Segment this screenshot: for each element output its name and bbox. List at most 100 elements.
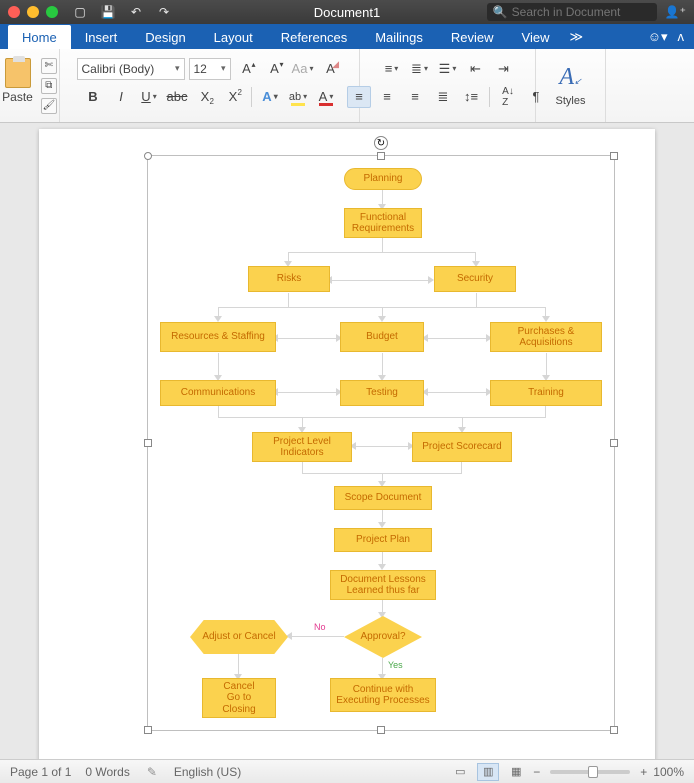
align-right-button[interactable]: ≡ bbox=[403, 86, 427, 108]
strikethrough-button[interactable]: abc bbox=[165, 86, 189, 108]
cut-icon[interactable]: ✄ bbox=[41, 58, 57, 74]
zoom-level[interactable]: 100% bbox=[653, 765, 684, 779]
flow-lessons: Document Lessons Learned thus far bbox=[330, 570, 436, 600]
flow-resources: Resources & Staffing bbox=[160, 322, 276, 352]
page-indicator[interactable]: Page 1 of 1 bbox=[10, 765, 71, 779]
line-spacing-button[interactable]: ↕≡ bbox=[459, 86, 483, 108]
show-marks-button[interactable]: ¶ bbox=[524, 86, 548, 108]
increase-indent-button[interactable]: ⇥ bbox=[492, 58, 516, 80]
caret-icon: ▾ bbox=[221, 63, 226, 74]
page[interactable]: ↻ bbox=[39, 129, 655, 759]
zoom-slider[interactable] bbox=[550, 770, 630, 774]
resize-handle-mr[interactable] bbox=[610, 439, 618, 447]
clear-formatting-button[interactable]: A◢ bbox=[319, 58, 343, 80]
decrease-indent-button[interactable]: ⇤ bbox=[464, 58, 488, 80]
flowchart-diagram: Planning Functional Requirements Risks S… bbox=[154, 162, 608, 724]
object-selection-frame[interactable]: ↻ bbox=[147, 155, 615, 731]
connector bbox=[218, 353, 219, 377]
separator bbox=[489, 87, 490, 107]
subscript-button[interactable]: X2 bbox=[193, 86, 217, 108]
font-color-button[interactable]: A▾ bbox=[314, 86, 338, 108]
connector bbox=[546, 353, 547, 377]
tab-layout[interactable]: Layout bbox=[200, 25, 267, 49]
spellcheck-icon[interactable]: ✎ bbox=[144, 764, 160, 780]
tab-mailings[interactable]: Mailings bbox=[361, 25, 437, 49]
flow-plan: Project Plan bbox=[334, 528, 432, 552]
numbering-button[interactable]: ≣▾ bbox=[408, 58, 432, 80]
resize-handle-ml[interactable] bbox=[144, 439, 152, 447]
superscript-button[interactable]: X2 bbox=[221, 86, 245, 108]
close-window-button[interactable] bbox=[8, 6, 20, 18]
grow-font-button[interactable]: A▴ bbox=[235, 58, 259, 80]
connector bbox=[276, 338, 338, 339]
resize-handle-bl[interactable] bbox=[144, 726, 152, 734]
paste-button[interactable]: Paste bbox=[2, 58, 33, 114]
font-name-value: Calibri (Body) bbox=[82, 62, 155, 76]
flow-planning: Planning bbox=[344, 168, 422, 190]
collapse-ribbon-icon[interactable]: ʌ bbox=[678, 29, 685, 44]
styles-icon: A↙ bbox=[559, 64, 581, 91]
tab-view[interactable]: View bbox=[508, 25, 564, 49]
resize-handle-tl[interactable] bbox=[144, 152, 152, 160]
search-input[interactable] bbox=[512, 5, 651, 19]
resize-handle-br[interactable] bbox=[610, 726, 618, 734]
word-count[interactable]: 0 Words bbox=[85, 765, 129, 779]
shrink-font-button[interactable]: A▾ bbox=[263, 58, 287, 80]
bullets-button[interactable]: ≡▾ bbox=[380, 58, 404, 80]
undo-icon[interactable]: ↶ bbox=[128, 4, 144, 20]
align-left-button[interactable]: ≡ bbox=[347, 86, 371, 108]
format-painter-icon[interactable]: 🖌 bbox=[41, 98, 57, 114]
flow-purchases: Purchases & Acquisitions bbox=[490, 322, 602, 352]
paragraph-group: ≡▾ ≣▾ ☰▾ ⇤ ⇥ ≡ ≡ ≡ ≣ ↕≡ A↓Z ¶ bbox=[360, 49, 536, 122]
autosave-icon[interactable]: ▢ bbox=[72, 4, 88, 20]
tab-more[interactable]: ≫ bbox=[563, 24, 589, 50]
ribbon-right: ☺▾ ʌ bbox=[648, 29, 694, 45]
zoom-slider-thumb[interactable] bbox=[588, 766, 598, 778]
connector bbox=[218, 406, 546, 418]
minimize-window-button[interactable] bbox=[27, 6, 39, 18]
search-box[interactable]: 🔍 bbox=[487, 3, 657, 21]
sort-button[interactable]: A↓Z bbox=[496, 86, 520, 108]
italic-button[interactable]: I bbox=[109, 86, 133, 108]
window-controls bbox=[8, 6, 58, 18]
share-button[interactable]: 👤⁺ bbox=[665, 5, 686, 19]
zoom-out-button[interactable]: − bbox=[533, 765, 540, 779]
paste-label: Paste bbox=[2, 90, 33, 104]
flow-adjust: Adjust or Cancel bbox=[190, 620, 288, 654]
rotate-handle[interactable]: ↻ bbox=[374, 136, 388, 150]
focus-view-button[interactable]: ▭ bbox=[449, 763, 471, 781]
font-group: Calibri (Body)▾ 12▾ A▴ A▾ Aa▾ A◢ B I U▾ … bbox=[60, 49, 360, 122]
flow-continue: Continue with Executing Processes bbox=[330, 678, 436, 712]
tab-references[interactable]: References bbox=[267, 25, 361, 49]
tab-home[interactable]: Home bbox=[8, 25, 71, 49]
resize-handle-tm[interactable] bbox=[377, 152, 385, 160]
print-layout-button[interactable]: ▥ bbox=[477, 763, 499, 781]
document-area[interactable]: ↻ bbox=[0, 123, 694, 759]
multilevel-button[interactable]: ☰▾ bbox=[436, 58, 460, 80]
flow-security: Security bbox=[434, 266, 516, 292]
tab-design[interactable]: Design bbox=[131, 25, 199, 49]
zoom-in-button[interactable]: + bbox=[640, 765, 647, 779]
align-center-button[interactable]: ≡ bbox=[375, 86, 399, 108]
zoom-window-button[interactable] bbox=[46, 6, 58, 18]
resize-handle-tr[interactable] bbox=[610, 152, 618, 160]
justify-button[interactable]: ≣ bbox=[431, 86, 455, 108]
resize-handle-bm[interactable] bbox=[377, 726, 385, 734]
save-icon[interactable]: 💾 bbox=[100, 4, 116, 20]
highlight-button[interactable]: ab▾ bbox=[286, 86, 310, 108]
copy-icon[interactable]: ⧉ bbox=[41, 78, 57, 94]
web-layout-button[interactable]: ▦ bbox=[505, 763, 527, 781]
separator bbox=[251, 87, 252, 107]
underline-button[interactable]: U▾ bbox=[137, 86, 161, 108]
connector bbox=[426, 392, 488, 393]
bold-button[interactable]: B bbox=[81, 86, 105, 108]
text-effects-button[interactable]: A▾ bbox=[258, 86, 282, 108]
tab-insert[interactable]: Insert bbox=[71, 25, 132, 49]
change-case-button[interactable]: Aa▾ bbox=[291, 58, 315, 80]
feedback-icon[interactable]: ☺▾ bbox=[648, 29, 668, 45]
language-indicator[interactable]: English (US) bbox=[174, 765, 241, 779]
redo-icon[interactable]: ↷ bbox=[156, 4, 172, 20]
tab-review[interactable]: Review bbox=[437, 25, 508, 49]
font-size-select[interactable]: 12▾ bbox=[189, 58, 231, 80]
font-name-select[interactable]: Calibri (Body)▾ bbox=[77, 58, 185, 80]
